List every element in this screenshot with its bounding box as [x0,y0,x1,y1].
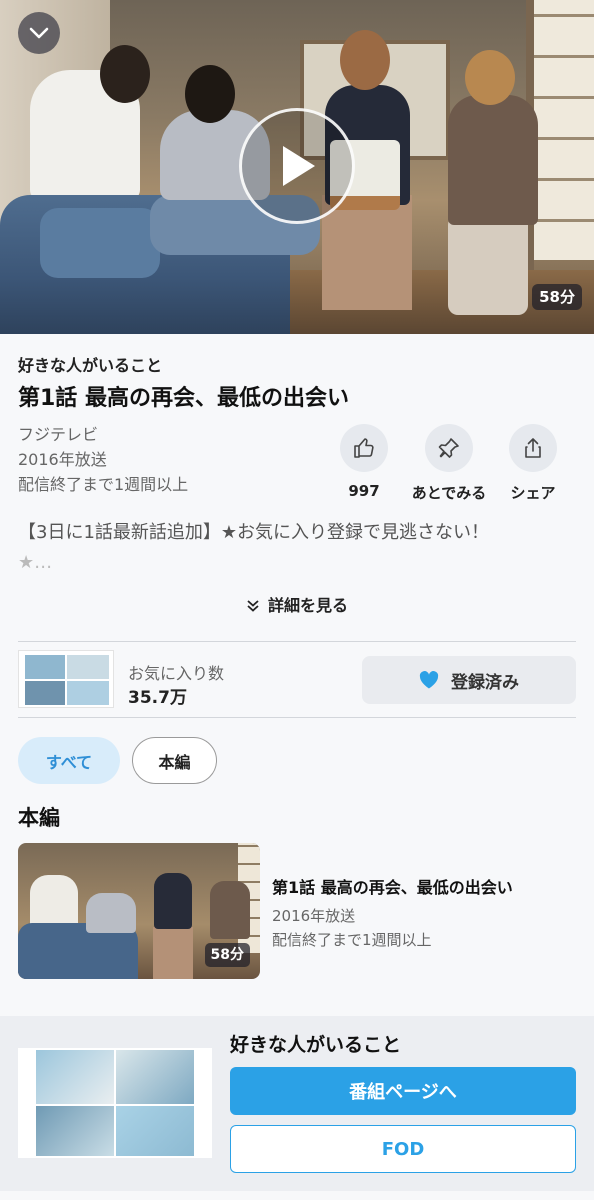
filter-chip-main[interactable]: 本編 [132,737,217,784]
divider [18,641,576,642]
scene-person-2-head [185,65,235,123]
series-title[interactable]: 好きな人がいること [18,352,162,376]
episode-card-availability: 配信終了まで1週間以上 [272,931,432,949]
play-button[interactable] [239,108,355,224]
thumb-person-3-skirt [153,927,193,979]
episode-thumbnail[interactable]: 58分 [18,843,260,979]
thumb-person-3 [154,873,192,929]
episode-title: 第1話 最高の再会、最低の出会い [18,386,349,411]
broadcast-year: 2016年放送 [18,450,107,469]
episode-description: 【3日に1話最新話追加】★お気に入り登録で見逃さない！ ★… [18,518,578,578]
share-label: シェア [510,484,556,502]
collapse-player-button[interactable] [18,12,60,54]
pin-icon [438,438,459,458]
scene-window [534,0,594,260]
like-circle [340,424,388,472]
episode-meta: フジテレビ 2016年放送 配信終了まで1週間以上 [18,422,188,497]
favorite-toggle-button[interactable]: 登録済み [362,656,576,704]
promo-series-title: 好きな人がいること [230,1034,402,1056]
availability: 配信終了まで1週間以上 [18,475,189,494]
double-chevron-down-icon [247,600,259,612]
show-details-label: 詳細を見る [267,596,348,615]
thumb-person-2 [86,893,136,933]
play-icon [283,146,315,186]
video-player[interactable]: 58分 [0,0,594,334]
episode-card-year: 2016年放送 [272,907,356,925]
favorite-button-label: 登録済み [451,672,519,693]
episode-card-title[interactable]: 第1話 最高の再会、最低の出会い [272,874,513,898]
share-circle [509,424,557,472]
thumb-person-4 [210,881,250,939]
scene-person-4-head [465,50,515,105]
description-text: 【3日に1話最新話追加】★お気に入り登録で見逃さない！ [18,522,490,543]
episode-duration-badge: 58分 [204,943,250,967]
program-page-button[interactable]: 番組ページへ [230,1067,576,1115]
chevron-down-icon [29,27,49,39]
scene-person-3-head [340,30,390,90]
filter-chip-all[interactable]: すべて [18,737,120,784]
description-text-fade: ★… [18,552,53,573]
favorites-count: 35.7万 [128,688,187,708]
favorites-label: お気に入り数 [128,664,225,683]
scene-person-3-skirt [322,195,412,310]
scene-person-4-legs [448,215,528,315]
watch-later-label: あとでみる [411,484,487,502]
section-heading: 本編 [18,806,60,830]
scene-person-1-head [100,45,150,103]
series-thumbnail [18,650,114,708]
like-count: 997 [348,482,380,500]
scene-person-4 [448,95,538,225]
share-button[interactable]: シェア [485,424,581,503]
heart-icon [419,671,439,689]
thumbs-up-icon [354,438,374,458]
watch-later-button[interactable]: あとでみる [401,424,497,503]
fod-button[interactable]: FOD [230,1125,576,1173]
divider [18,717,576,718]
broadcaster: フジテレビ [18,425,99,444]
episode-card-meta: 2016年放送 配信終了まで1週間以上 [272,904,432,952]
watch-later-circle [425,424,473,472]
show-details-link[interactable]: 詳細を見る [0,592,594,616]
share-icon [525,438,541,458]
series-poster [18,1048,212,1158]
scene-sofa-cushion [40,208,160,278]
like-button[interactable]: 997 [316,424,412,500]
duration-badge: 58分 [532,284,582,310]
